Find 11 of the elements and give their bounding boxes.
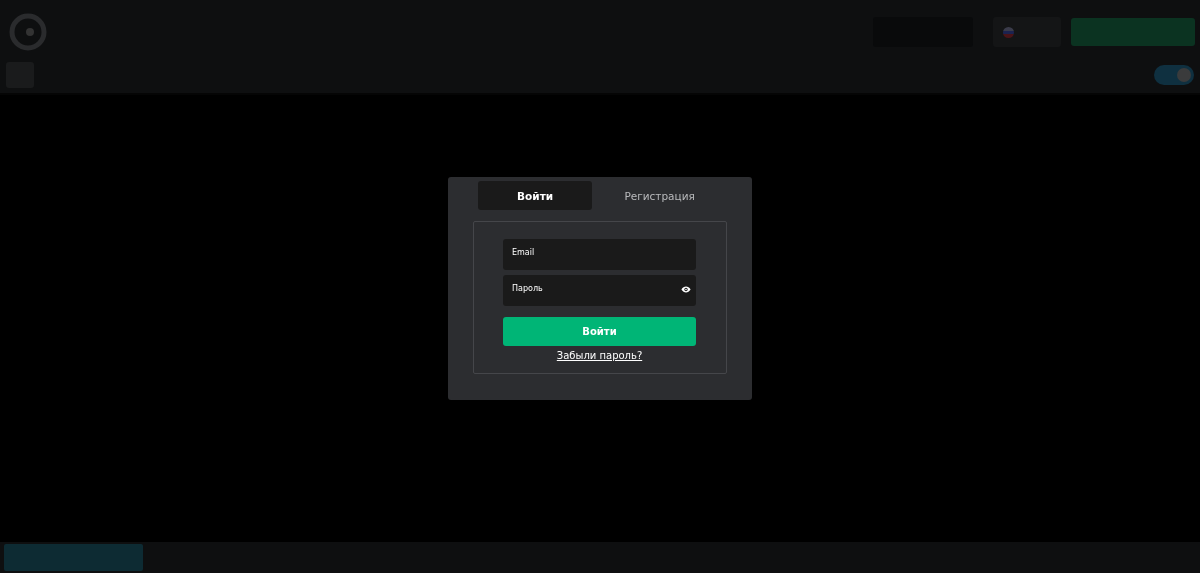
tab[interactable]: Войти [478,181,593,210]
forgot-password-link[interactable]: Забыли пароль? [556,350,643,361]
footer-button[interactable] [4,544,143,571]
password-field[interactable]: Пароль [503,275,696,306]
language-selector[interactable] [993,17,1061,47]
login-button[interactable] [1071,18,1195,46]
email-field[interactable]: Email [503,239,696,270]
toggle-switch[interactable] [1154,65,1194,85]
tab[interactable]: Регистрация [592,181,727,210]
eye-icon[interactable] [681,286,691,293]
logo-icon [8,12,48,52]
